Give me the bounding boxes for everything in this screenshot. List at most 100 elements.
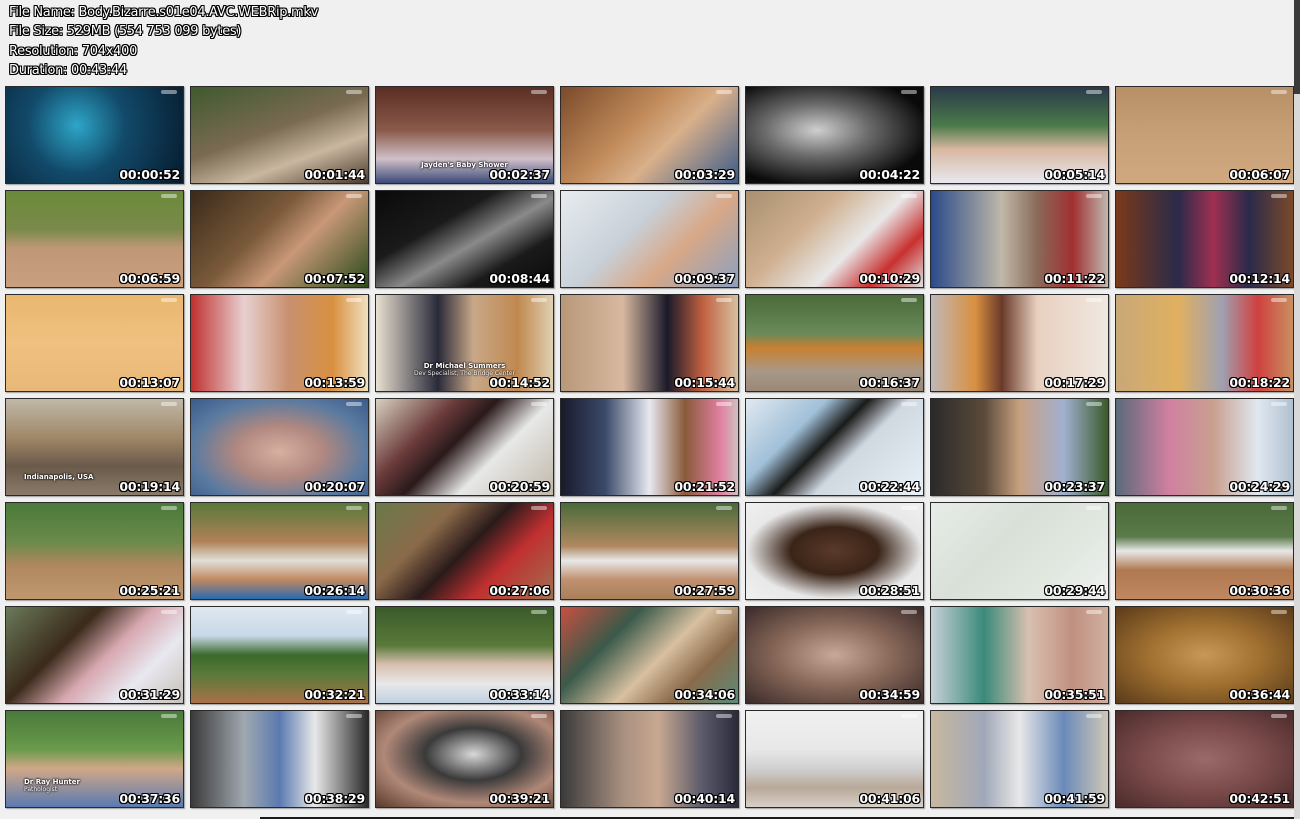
channel-logo-icon bbox=[161, 298, 177, 302]
thumbnail-frame[interactable]: 00:23:37 bbox=[930, 398, 1109, 496]
thumbnail-frame[interactable]: 00:36:44 bbox=[1115, 606, 1294, 704]
channel-logo-icon bbox=[161, 506, 177, 510]
thumbnail-frame[interactable]: 00:41:06 bbox=[745, 710, 924, 808]
thumbnail-frame[interactable]: 00:12:14 bbox=[1115, 190, 1294, 288]
thumbnail-frame[interactable]: 00:16:37 bbox=[745, 294, 924, 392]
thumbnail-frame[interactable]: 00:10:29 bbox=[745, 190, 924, 288]
timestamp-label: 00:36:44 bbox=[1229, 687, 1290, 702]
timestamp-label: 00:11:22 bbox=[1044, 271, 1105, 286]
thumbnail-frame[interactable]: 00:22:44 bbox=[745, 398, 924, 496]
thumbnail-frame[interactable]: 00:13:59 bbox=[190, 294, 369, 392]
thumbnail-frame[interactable]: 00:21:52 bbox=[560, 398, 739, 496]
timestamp-label: 00:22:44 bbox=[859, 479, 920, 494]
channel-logo-icon bbox=[901, 610, 917, 614]
channel-logo-icon bbox=[1086, 194, 1102, 198]
thumbnail-frame[interactable]: 00:05:14 bbox=[930, 86, 1109, 184]
thumbnail-frame[interactable]: 00:25:21 bbox=[5, 502, 184, 600]
scrollbar-thumb[interactable] bbox=[1294, 0, 1300, 94]
timestamp-label: 00:13:07 bbox=[119, 375, 180, 390]
thumbnail-frame[interactable]: Indianapolis, USA 00:19:14 bbox=[5, 398, 184, 496]
thumbnail-frame[interactable]: 00:15:44 bbox=[560, 294, 739, 392]
channel-logo-icon bbox=[716, 90, 732, 94]
timestamp-label: 00:20:59 bbox=[489, 479, 550, 494]
thumbnail-frame[interactable]: 00:42:51 bbox=[1115, 710, 1294, 808]
thumbnail-frame[interactable]: 00:41:59 bbox=[930, 710, 1109, 808]
thumbnail-frame[interactable]: 00:18:22 bbox=[1115, 294, 1294, 392]
thumbnail-frame[interactable]: 00:31:29 bbox=[5, 606, 184, 704]
channel-logo-icon bbox=[531, 90, 547, 94]
thumbnail-frame[interactable]: 00:34:59 bbox=[745, 606, 924, 704]
timestamp-label: 00:27:06 bbox=[489, 583, 550, 598]
thumbnail-frame[interactable]: 00:01:44 bbox=[190, 86, 369, 184]
thumbnail-frame[interactable]: 00:27:06 bbox=[375, 502, 554, 600]
thumbnail-frame[interactable]: 00:27:59 bbox=[560, 502, 739, 600]
thumbnail-frame[interactable]: 00:34:06 bbox=[560, 606, 739, 704]
channel-logo-icon bbox=[1086, 714, 1102, 718]
timestamp-label: 00:24:29 bbox=[1229, 479, 1290, 494]
thumbnail-frame[interactable]: Dr Ray Hunter Pathologist 00:37:36 bbox=[5, 710, 184, 808]
timestamp-label: 00:40:14 bbox=[674, 791, 735, 806]
thumbnail-frame[interactable]: 00:38:29 bbox=[190, 710, 369, 808]
timestamp-label: 00:18:22 bbox=[1229, 375, 1290, 390]
thumbnail-frame[interactable]: 00:06:07 bbox=[1115, 86, 1294, 184]
timestamp-label: 00:02:37 bbox=[489, 167, 550, 182]
thumbnail-frame[interactable]: 00:17:29 bbox=[930, 294, 1109, 392]
thumbnail-frame[interactable]: Jayden's Baby Shower 00:02:37 bbox=[375, 86, 554, 184]
channel-logo-icon bbox=[346, 194, 362, 198]
thumbnail-frame[interactable]: 00:40:14 bbox=[560, 710, 739, 808]
channel-logo-icon bbox=[1271, 506, 1287, 510]
channel-logo-icon bbox=[531, 194, 547, 198]
thumbnail-frame[interactable]: 00:04:22 bbox=[745, 86, 924, 184]
thumbnail-frame[interactable]: 00:39:21 bbox=[375, 710, 554, 808]
thumbnail-frame[interactable]: 00:20:59 bbox=[375, 398, 554, 496]
channel-logo-icon bbox=[346, 402, 362, 406]
timestamp-label: 00:25:21 bbox=[119, 583, 180, 598]
channel-logo-icon bbox=[161, 90, 177, 94]
thumbnail-frame[interactable]: 00:13:07 bbox=[5, 294, 184, 392]
frame-caption-text: Dr Michael Summers bbox=[423, 362, 506, 370]
thumbnail-frame[interactable]: 00:26:14 bbox=[190, 502, 369, 600]
thumbnail-frame[interactable]: 00:06:59 bbox=[5, 190, 184, 288]
thumbnail-frame[interactable]: Dr Michael Summers Dev Specialist, The Br… bbox=[375, 294, 554, 392]
channel-logo-icon bbox=[1086, 90, 1102, 94]
thumbnail-frame[interactable]: 00:03:29 bbox=[560, 86, 739, 184]
timestamp-label: 00:20:07 bbox=[304, 479, 365, 494]
timestamp-label: 00:16:37 bbox=[859, 375, 920, 390]
channel-logo-icon bbox=[1086, 506, 1102, 510]
timestamp-label: 00:21:52 bbox=[674, 479, 735, 494]
thumbnail-frame[interactable]: 00:07:52 bbox=[190, 190, 369, 288]
timestamp-label: 00:04:22 bbox=[859, 167, 920, 182]
thumbnail-frame[interactable]: 00:28:51 bbox=[745, 502, 924, 600]
thumbnail-frame[interactable]: 00:33:14 bbox=[375, 606, 554, 704]
timestamp-label: 00:09:37 bbox=[674, 271, 735, 286]
timestamp-label: 00:35:51 bbox=[1044, 687, 1105, 702]
timestamp-label: 00:03:29 bbox=[674, 167, 735, 182]
frame-caption: Indianapolis, USA bbox=[24, 473, 93, 481]
timestamp-label: 00:13:59 bbox=[304, 375, 365, 390]
channel-logo-icon bbox=[1086, 298, 1102, 302]
channel-logo-icon bbox=[161, 714, 177, 718]
thumbnail-frame[interactable]: 00:20:07 bbox=[190, 398, 369, 496]
thumbnail-frame[interactable]: 00:32:21 bbox=[190, 606, 369, 704]
frame-caption-text: Indianapolis, USA bbox=[24, 473, 94, 481]
timestamp-label: 00:27:59 bbox=[674, 583, 735, 598]
channel-logo-icon bbox=[161, 194, 177, 198]
vertical-scrollbar[interactable] bbox=[1294, 0, 1300, 819]
thumbnail-frame[interactable]: 00:35:51 bbox=[930, 606, 1109, 704]
timestamp-label: 00:12:14 bbox=[1229, 271, 1290, 286]
thumbnail-frame[interactable]: 00:30:36 bbox=[1115, 502, 1294, 600]
thumbnail-frame[interactable]: 00:00:52 bbox=[5, 86, 184, 184]
contact-sheet: File Name: Body.Bizarre.s01e04.AVC.WEBRi… bbox=[0, 0, 1300, 819]
frame-caption: Dr Ray Hunter Pathologist bbox=[24, 778, 80, 793]
channel-logo-icon bbox=[531, 298, 547, 302]
resolution-label: Resolution: 704x400 bbox=[9, 43, 138, 59]
thumbnail-frame[interactable]: 00:24:29 bbox=[1115, 398, 1294, 496]
channel-logo-icon bbox=[346, 298, 362, 302]
frame-caption-text: Dr Ray Hunter bbox=[24, 778, 80, 786]
thumbnail-frame[interactable]: 00:29:44 bbox=[930, 502, 1109, 600]
thumbnail-frame[interactable]: 00:09:37 bbox=[560, 190, 739, 288]
timestamp-label: 00:06:07 bbox=[1229, 167, 1290, 182]
thumbnail-frame[interactable]: 00:08:44 bbox=[375, 190, 554, 288]
thumbnail-frame[interactable]: 00:11:22 bbox=[930, 190, 1109, 288]
thumbnail-grid: 00:00:52 00:01:44 Jayden's Baby Shower 00:0… bbox=[5, 86, 1294, 808]
